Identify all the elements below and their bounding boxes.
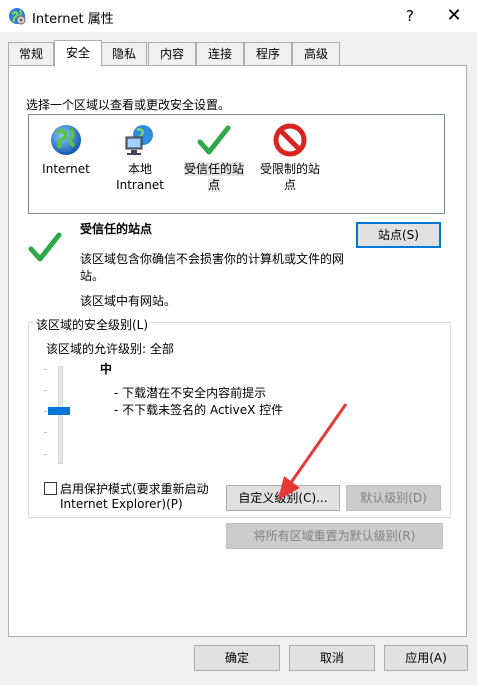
slider-tick <box>44 390 47 391</box>
slider-thumb[interactable] <box>48 407 70 415</box>
help-button[interactable]: ? <box>390 2 430 30</box>
cancel-button[interactable]: 取消 <box>289 645 375 671</box>
window-title: Internet 属性 <box>32 12 114 27</box>
selected-zone-description-2: 站。 <box>80 269 105 283</box>
security-level-group-title: 该区域的安全级别(L) <box>34 316 151 333</box>
tab-programs[interactable]: 程序 <box>244 42 292 65</box>
slider-tick <box>44 369 47 370</box>
annotation-arrow-icon <box>278 403 348 500</box>
tab-security[interactable]: 安全 <box>54 40 102 67</box>
zone-restricted-sites-label-2: 点 <box>283 178 296 192</box>
security-level-bullet-2: - 不下载未签名的 ActiveX 控件 <box>114 403 284 417</box>
tab-content[interactable]: 内容 <box>148 42 196 65</box>
check-icon <box>197 125 231 155</box>
slider-tick <box>44 454 47 455</box>
intranet-icon <box>125 125 153 155</box>
security-level-name: 中 <box>100 362 113 376</box>
ok-button[interactable]: 确定 <box>194 645 280 671</box>
selected-zone-description-1: 该区域包含你确信不会损害你的计算机或文件的网 <box>80 252 345 266</box>
selected-zone-title: 受信任的站点 <box>80 222 153 236</box>
allowed-levels-text: 该区域的允许级别: 全部 <box>46 342 174 356</box>
sites-button[interactable]: 站点(S) <box>356 222 441 248</box>
slider-tick <box>44 432 47 433</box>
internet-options-window: Internet 属性 ? ✕ 常规 安全 隐私 内容 连接 程序 高级 选择一… <box>0 0 477 685</box>
restricted-icon <box>273 123 307 157</box>
close-button[interactable]: ✕ <box>432 2 476 30</box>
slider-track <box>58 366 63 464</box>
zone-intro-text: 选择一个区域以查看或更改安全设置。 <box>26 98 231 112</box>
zone-local-intranet-label-2: Intranet <box>116 178 164 192</box>
zone-local-intranet-label-1: 本地 <box>127 162 152 176</box>
zones-list: Internet 本地 Intranet 受信任的站 点 受限制的站 点 <box>28 114 445 214</box>
globe-icon <box>51 125 81 155</box>
trusted-zone-check-icon <box>28 232 62 262</box>
zone-restricted-sites[interactable]: 受限制的站 点 <box>255 115 325 193</box>
protected-mode-label-2[interactable]: Internet Explorer)(P) <box>60 497 183 511</box>
zone-internet[interactable]: Internet <box>31 115 101 177</box>
default-level-button[interactable]: 默认级别(D) <box>346 485 441 511</box>
zone-trusted-sites[interactable]: 受信任的站 点 <box>179 115 249 193</box>
tab-privacy[interactable]: 隐私 <box>101 42 147 65</box>
slider-tick <box>44 411 47 412</box>
zone-local-intranet[interactable]: 本地 Intranet <box>105 115 175 193</box>
zone-trusted-sites-label-2: 点 <box>207 178 220 192</box>
internet-options-icon <box>9 8 26 25</box>
security-level-bullet-1: - 下载潜在不安全内容前提示 <box>114 386 267 400</box>
zone-internet-label: Internet <box>42 162 90 176</box>
selected-zone-note: 该区域中有网站。 <box>80 294 177 308</box>
protected-mode-checkbox[interactable] <box>44 482 57 495</box>
apply-button[interactable]: 应用(A) <box>384 645 468 671</box>
title-bar[interactable]: Internet 属性 ? ✕ <box>0 0 477 32</box>
tab-general[interactable]: 常规 <box>8 42 54 65</box>
zone-restricted-sites-label-1: 受限制的站 <box>259 162 320 176</box>
protected-mode-label-1[interactable]: 启用保护模式(要求重新启动 <box>60 480 209 497</box>
zone-trusted-sites-label-1: 受信任的站 <box>183 162 244 176</box>
tab-advanced[interactable]: 高级 <box>292 42 340 65</box>
tab-connections[interactable]: 连接 <box>196 42 244 65</box>
reset-all-zones-button[interactable]: 将所有区域重置为默认级别(R) <box>226 523 443 549</box>
